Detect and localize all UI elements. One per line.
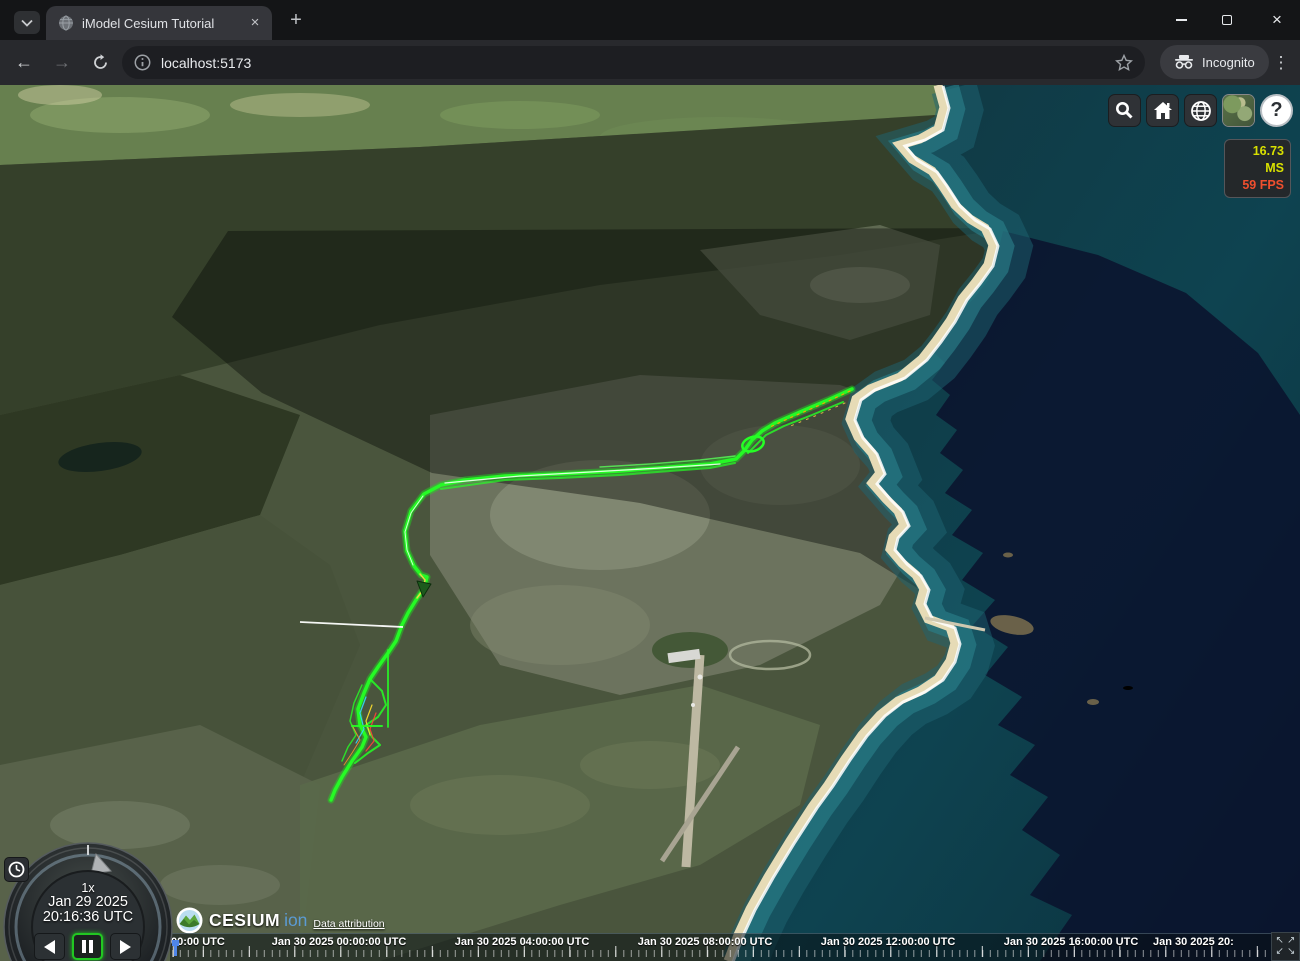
search-icon [1115, 101, 1134, 120]
timeline-label: Jan 30 2025 04:00:00 UTC [455, 936, 590, 948]
url-text[interactable]: localhost:5173 [161, 55, 1115, 71]
reload-icon [92, 54, 109, 71]
scene-mode-button[interactable] [1184, 94, 1217, 127]
tab-strip: iModel Cesium Tutorial × + × [0, 0, 1300, 40]
cesium-logo-icon [176, 907, 203, 934]
timeline-bar[interactable]: 00:00 UTC Jan 30 2025 00:00:00 UTC Jan 3… [170, 933, 1300, 961]
incognito-badge: Incognito [1160, 45, 1269, 79]
fps-value: 59 FPS [1231, 177, 1284, 194]
home-icon [1153, 101, 1173, 120]
minimize-icon [1176, 19, 1187, 21]
browser-tab[interactable]: iModel Cesium Tutorial × [46, 6, 272, 40]
boat [1123, 686, 1133, 690]
clock-icon [8, 861, 25, 878]
frame-time-value: 16.73 MS [1231, 143, 1284, 177]
forward-button[interactable]: → [48, 49, 76, 77]
animation-time: 20:16:36 UTC [0, 910, 176, 925]
imagery-thumbnail-icon [1223, 95, 1254, 126]
question-mark-icon: ? [1270, 99, 1282, 122]
bookmark-star-icon[interactable] [1115, 54, 1133, 72]
globe-favicon [58, 15, 74, 31]
help-button[interactable]: ? [1260, 94, 1293, 127]
cesium-brand-text: CESIUM [209, 910, 280, 931]
expand-arrow-icon: ↘ [1287, 947, 1295, 957]
home-button[interactable] [1146, 94, 1179, 127]
tab-search-button[interactable] [14, 11, 40, 34]
tab-title: iModel Cesium Tutorial [82, 16, 246, 31]
address-bar[interactable]: localhost:5173 [122, 46, 1145, 79]
cesium-credit: CESIUM ion Data attribution [176, 907, 385, 934]
expand-arrow-icon: ↗ [1287, 936, 1295, 946]
animation-readout: 1x Jan 29 2025 20:16:36 UTC [0, 881, 176, 925]
maximize-icon [1222, 15, 1232, 25]
timeline-label: Jan 30 2025 12:00:00 UTC [821, 936, 956, 948]
globe-icon [1190, 100, 1212, 122]
expand-arrow-icon: ↖ [1276, 936, 1284, 946]
playback-controls [34, 933, 141, 960]
timeline-label: Jan 30 2025 08:00:00 UTC [638, 936, 773, 948]
browser-window: iModel Cesium Tutorial × + × ← → localho… [0, 0, 1300, 961]
incognito-icon [1174, 55, 1194, 69]
new-tab-button[interactable]: + [284, 9, 308, 33]
clock-toggle-button[interactable] [4, 857, 29, 882]
data-attribution-link[interactable]: Data attribution [313, 918, 384, 930]
chevron-down-icon [21, 19, 33, 27]
map-canvas[interactable] [0, 85, 1300, 961]
animation-date: Jan 29 2025 [0, 895, 176, 910]
play-forward-button[interactable] [110, 933, 141, 960]
fullscreen-button[interactable]: ↖ ↗ ↙ ↘ [1271, 932, 1300, 961]
timeline-label: Jan 30 2025 00:00:00 UTC [272, 936, 407, 948]
reload-button[interactable] [86, 49, 114, 77]
incognito-label: Incognito [1202, 55, 1255, 70]
search-button[interactable] [1108, 94, 1141, 127]
pause-button[interactable] [72, 933, 103, 960]
expand-arrow-icon: ↙ [1276, 947, 1284, 957]
window-maximize-button[interactable] [1204, 0, 1250, 40]
pause-icon [82, 940, 93, 953]
play-reverse-button[interactable] [34, 933, 65, 960]
browser-menu-button[interactable]: ⋮ [1266, 46, 1296, 79]
play-reverse-icon [44, 940, 55, 954]
ion-brand-text: ion [284, 910, 307, 931]
timeline-label: Jan 30 2025 16:00:00 UTC [1004, 936, 1139, 948]
window-minimize-button[interactable] [1158, 0, 1204, 40]
site-info-icon[interactable] [134, 54, 151, 71]
playback-speed: 1x [0, 881, 176, 895]
play-forward-icon [120, 940, 131, 954]
base-layer-picker-button[interactable] [1222, 94, 1255, 127]
back-button[interactable]: ← [10, 49, 38, 77]
timeline-label: Jan 30 2025 20: [1153, 936, 1234, 948]
tab-close-button[interactable]: × [246, 14, 264, 32]
window-close-button[interactable]: × [1254, 0, 1300, 40]
cesium-viewport[interactable]: ? 16.73 MS 59 FPS CESIUM ion Data attrib… [0, 85, 1300, 961]
performance-display: 16.73 MS 59 FPS [1224, 139, 1291, 198]
